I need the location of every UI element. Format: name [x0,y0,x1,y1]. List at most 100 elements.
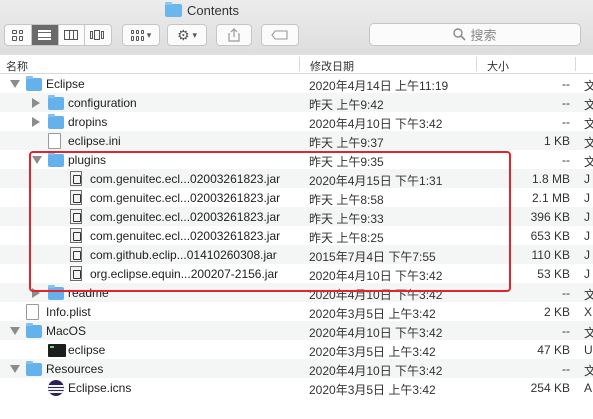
folder-row[interactable]: configuration 昨天 上午9:42 -- 文 [0,93,593,112]
file-size: -- [562,286,570,300]
modified-date: 昨天 上午8:58 [309,193,384,207]
file-name: dropins [68,115,108,129]
file-name: Resources [46,362,104,376]
folder-icon [165,2,182,17]
file-name: com.genuitec.ecl...02003261823.jar [90,229,281,243]
folder-row[interactable]: MacOS 2020年4月10日 下午3:42 -- 文 [0,321,593,340]
file-row[interactable]: com.genuitec.ecl...02003261823.jar 昨天 上午8… [0,226,593,245]
folder-row[interactable]: readme 2020年4月10日 下午3:42 -- 文 [0,283,593,302]
folder-row[interactable]: Eclipse 2020年4月14日 上午11:19 -- 文 [0,74,593,93]
file-kind: 文 [584,98,593,112]
modified-date: 2020年4月10日 下午3:42 [309,269,443,283]
file-name: configuration [68,96,137,110]
group-button[interactable]: ▾ [122,24,160,46]
file-row[interactable]: com.github.eclip...01410260308.jar 2015年7… [0,245,593,264]
jar-file-icon [70,209,82,224]
file-size: 254 KB [530,381,570,395]
jar-file-icon [70,266,82,281]
file-kind: 文 [584,364,593,378]
modified-date: 2020年3月5日 上午3:42 [309,307,436,321]
file-row[interactable]: Info.plist 2020年3月5日 上午3:42 2 KB X [0,302,593,321]
file-kind: 文 [584,136,593,150]
file-size: -- [562,115,570,129]
column-header-size[interactable]: 大小 [487,58,509,74]
file-kind: U [584,343,593,357]
file-kind: J [584,267,590,281]
window-toolbar: Contents ▾ ⚙ ▾ 搜索 [0,0,593,62]
file-row[interactable]: eclipse.ini 昨天 上午9:37 1 KB 文 [0,131,593,150]
disclosure-open-icon[interactable] [10,365,20,373]
disclosure-closed-icon[interactable] [32,288,40,298]
file-name: plugins [68,153,107,167]
column-header: 名称 修改日期 大小 [0,55,593,74]
modified-date: 昨天 上午9:33 [309,212,384,226]
icon-view-icon [12,29,24,41]
tag-button[interactable] [261,24,299,46]
icon-view-button[interactable] [5,25,32,45]
cover-flow-button[interactable] [85,25,111,45]
file-row[interactable]: Eclipse.icns 2020年3月5日 上午3:42 254 KB A [0,378,593,397]
file-kind: 文 [584,79,593,93]
file-size: 53 KB [537,267,570,281]
file-size: -- [562,153,570,167]
file-row[interactable]: eclipse 2020年3月5日 上午3:42 47 KB U [0,340,593,359]
file-kind: A [584,381,593,395]
file-name: MacOS [46,324,87,338]
jar-file-icon [70,171,82,186]
modified-date: 2020年3月5日 上午3:42 [309,383,436,397]
folder-row[interactable]: Resources 2020年4月10日 下午3:42 -- 文 [0,359,593,378]
file-row[interactable]: com.genuitec.ecl...02003261823.jar 昨天 上午9… [0,207,593,226]
disclosure-open-icon[interactable] [10,80,20,88]
modified-date: 2020年4月10日 下午3:42 [309,364,443,378]
document-icon [48,133,61,149]
file-kind: J [584,191,590,205]
file-kind: J [584,248,590,262]
jar-file-icon [70,247,82,262]
file-name: com.github.eclip...01410260308.jar [90,248,277,262]
file-row[interactable]: org.eclipse.equin...200207-2156.jar 2020年… [0,264,593,283]
folder-row[interactable]: dropins 2020年4月10日 下午3:42 -- 文 [0,112,593,131]
column-header-name[interactable]: 名称 [6,58,28,74]
file-kind: 文 [584,117,593,131]
modified-date: 昨天 上午9:37 [309,136,384,150]
file-size: 110 KB [531,248,570,262]
column-divider[interactable] [476,57,477,71]
folder-icon [48,152,64,167]
column-divider[interactable] [575,57,576,71]
file-size: 653 KB [530,229,570,243]
disclosure-open-icon[interactable] [10,327,20,335]
modified-date: 2020年4月14日 上午11:19 [309,79,449,93]
modified-date: 昨天 上午9:35 [309,155,384,169]
view-mode-segmented-control[interactable] [4,24,112,46]
file-size: -- [562,324,570,338]
modified-date: 2015年7月4日 下午7:55 [309,250,436,264]
column-divider[interactable] [299,57,300,71]
window-title-text: Contents [187,3,240,18]
file-row[interactable]: com.genuitec.ecl...02003261823.jar 2020年4… [0,169,593,188]
file-name: eclipse [68,343,106,357]
file-name: org.eclipse.equin...200207-2156.jar [90,267,279,281]
folder-icon [26,323,42,338]
file-kind: X [584,305,593,319]
jar-file-icon [70,228,82,243]
folder-icon [48,285,64,300]
modified-date: 2020年3月5日 上午3:42 [309,345,436,359]
column-view-icon [64,30,79,40]
share-button[interactable] [216,24,252,46]
folder-row[interactable]: plugins 昨天 上午9:35 -- 文 [0,150,593,169]
file-row[interactable]: com.genuitec.ecl...02003261823.jar 昨天 上午8… [0,188,593,207]
file-kind: 文 [584,155,593,169]
gear-icon: ⚙ [176,26,190,43]
disclosure-closed-icon[interactable] [32,117,40,127]
file-size: 2.1 MB [531,191,570,205]
file-kind: J [584,172,590,186]
action-button[interactable]: ⚙ ▾ [167,24,207,46]
disclosure-closed-icon[interactable] [32,98,40,108]
column-header-date[interactable]: 修改日期 [310,58,354,74]
column-view-button[interactable] [59,25,86,45]
chevron-down-icon: ▾ [146,29,152,40]
list-view-button[interactable] [31,25,59,45]
search-field[interactable]: 搜索 [369,23,581,46]
file-kind: J [584,210,590,224]
disclosure-open-icon[interactable] [32,156,42,164]
